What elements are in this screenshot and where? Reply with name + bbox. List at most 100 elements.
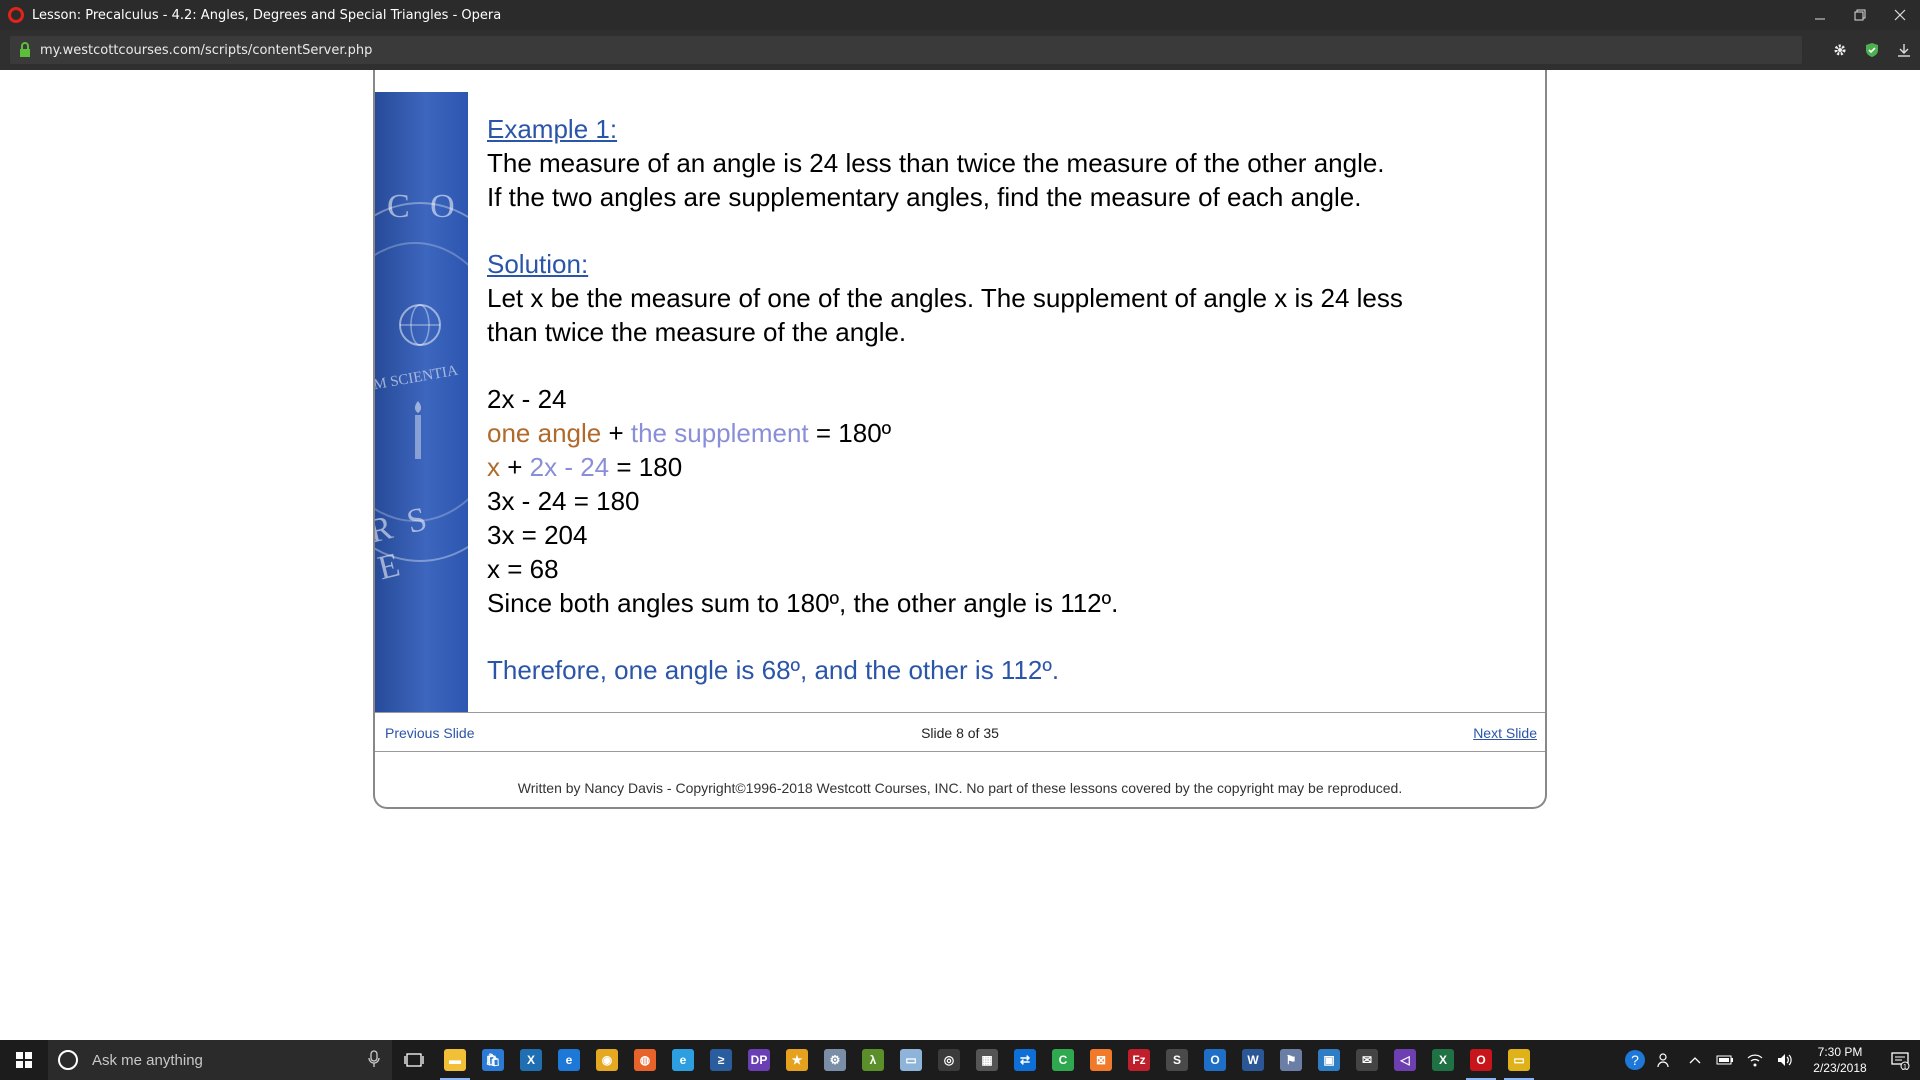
taskbar-app-lambda-app[interactable]: λ [854, 1040, 892, 1080]
taskbar-app-filezilla[interactable]: Fz [1120, 1040, 1158, 1080]
task-view-icon [404, 1053, 424, 1067]
windows-start-button[interactable] [0, 1040, 48, 1080]
taskbar-app-xampp[interactable]: ⊠ [1082, 1040, 1120, 1080]
restore-button[interactable] [1840, 0, 1880, 30]
outlook-icon: O [1204, 1049, 1226, 1071]
next-slide-link[interactable]: Next Slide [1473, 725, 1537, 741]
slide-sidebar-seal: C O M SCIENTIA R S E [375, 92, 468, 712]
conclusion-text: Therefore, one angle is 68º, and the oth… [487, 655, 1060, 685]
visual-studio-icon: ◁ [1394, 1049, 1416, 1071]
taskbar-app-sublime[interactable]: S [1158, 1040, 1196, 1080]
teamviewer-icon: ⇄ [1014, 1049, 1036, 1071]
wifi-icon[interactable] [1740, 1040, 1770, 1080]
system-tray: ? 7:30 PM 2/23/2018 1 [1620, 1040, 1920, 1080]
lock-icon [20, 42, 30, 57]
microphone-icon[interactable] [368, 1050, 380, 1068]
excel-icon: X [1432, 1049, 1454, 1071]
app-x-icon: X [520, 1049, 542, 1071]
equation-7: Since both angles sum to 180º, the other… [487, 588, 1119, 618]
taskbar-app-yellow-app[interactable]: ▭ [1500, 1040, 1538, 1080]
notes-app-icon: ▭ [900, 1049, 922, 1071]
task-view-button[interactable] [392, 1040, 436, 1080]
eq3-equals: = 180 [609, 452, 683, 482]
lesson-frame: C O M SCIENTIA R S E Example 1: The meas… [373, 70, 1547, 809]
equation-3: x + 2x - 24 = 180 [487, 450, 1527, 484]
action-center-button[interactable]: 1 [1880, 1040, 1920, 1080]
taskbar-apps: ▬ 🛍 Xe ◉ ◍ e ≥ DP ★ ⚙ λ ▭ ◎ ▦ ⇄ C ⊠ Fz S O W ⚑ ▣ ✉ ◁ X O ▭ [436, 1040, 1538, 1080]
taskbar-app-word[interactable]: W [1234, 1040, 1272, 1080]
windows-logo-icon [16, 1052, 32, 1068]
search-placeholder: Ask me anything [92, 1051, 203, 1069]
taskbar-app-calculator[interactable]: ▦ [968, 1040, 1006, 1080]
minimize-button[interactable] [1800, 0, 1840, 30]
taskbar-app-star-app[interactable]: ★ [778, 1040, 816, 1080]
taskbar-app-visual-studio[interactable]: ◁ [1386, 1040, 1424, 1080]
solution-line-2: than twice the measure of the angle. [487, 317, 907, 347]
eq2-plus: + [601, 418, 631, 448]
equation-5: 3x = 204 [487, 520, 588, 550]
taskbar-app-network-app[interactable]: ⚑ [1272, 1040, 1310, 1080]
taskbar-app-app-x[interactable]: X [512, 1040, 550, 1080]
solution-line-1: Let x be the measure of one of the angle… [487, 283, 1403, 313]
seal-text-top: C O [387, 188, 461, 225]
taskbar-app-chrome[interactable]: ◉ [588, 1040, 626, 1080]
taskbar-app-dp-app[interactable]: DP [740, 1040, 778, 1080]
xampp-icon: ⊠ [1090, 1049, 1112, 1071]
shield-icon[interactable] [1856, 30, 1888, 70]
taskbar-app-outlook[interactable]: O [1196, 1040, 1234, 1080]
eq2-one-angle: one angle [487, 418, 602, 448]
address-bar[interactable]: my.westcottcourses.com/scripts/contentSe… [10, 36, 1802, 64]
remote-desktop-icon: ▣ [1318, 1049, 1340, 1071]
system-clock[interactable]: 7:30 PM 2/23/2018 [1800, 1044, 1880, 1076]
eq3-x: x [487, 452, 500, 482]
eq2-supplement: the supplement [630, 418, 809, 448]
calculator-icon: ▦ [976, 1049, 998, 1071]
word-icon: W [1242, 1049, 1264, 1071]
taskbar-app-store[interactable]: 🛍 [474, 1040, 512, 1080]
toolbar-icons [1824, 30, 1920, 70]
taskbar-app-edge[interactable]: e [550, 1040, 588, 1080]
taskbar-app-firefox[interactable]: ◍ [626, 1040, 664, 1080]
url-text: my.westcottcourses.com/scripts/contentSe… [40, 42, 373, 58]
taskbar-app-teamviewer[interactable]: ⇄ [1006, 1040, 1044, 1080]
torch-icon [414, 401, 422, 459]
window-titlebar: Lesson: Precalculus - 4.2: Angles, Degre… [0, 0, 1920, 30]
taskbar-app-excel[interactable]: X [1424, 1040, 1462, 1080]
taskbar-app-bandicam[interactable]: ◎ [930, 1040, 968, 1080]
equation-1: 2x - 24 [487, 384, 567, 414]
download-icon[interactable] [1888, 30, 1920, 70]
mail-icon: ✉ [1356, 1049, 1378, 1071]
slide-counter: Slide 8 of 35 [921, 725, 999, 741]
taskbar-app-camtasia[interactable]: C [1044, 1040, 1082, 1080]
address-row: my.westcottcourses.com/scripts/contentSe… [0, 30, 1920, 70]
taskbar: Ask me anything ▬ 🛍 Xe ◉ ◍ e ≥ DP ★ ⚙ λ ▭ ◎ ▦ ⇄ C ⊠ Fz S O W… [0, 1040, 1920, 1080]
camtasia-icon: C [1052, 1049, 1074, 1071]
bandicam-icon: ◎ [938, 1049, 960, 1071]
solution-heading: Solution: [487, 249, 589, 279]
internet-explorer-icon: e [672, 1049, 694, 1071]
show-hidden-icons-chevron-icon[interactable] [1680, 1040, 1710, 1080]
slide-content: Example 1: The measure of an angle is 24… [487, 112, 1527, 687]
taskbar-app-mail[interactable]: ✉ [1348, 1040, 1386, 1080]
notification-icon: 1 [1891, 1052, 1910, 1070]
cortana-search-box[interactable]: Ask me anything [48, 1040, 392, 1080]
volume-icon[interactable] [1770, 1040, 1800, 1080]
settings-gear-icon[interactable] [1824, 30, 1856, 70]
window-controls [1800, 0, 1920, 30]
taskbar-app-internet-explorer[interactable]: e [664, 1040, 702, 1080]
taskbar-app-remote-desktop[interactable]: ▣ [1310, 1040, 1348, 1080]
taskbar-app-notes-app[interactable]: ▭ [892, 1040, 930, 1080]
close-button[interactable] [1880, 0, 1920, 30]
equation-6: x = 68 [487, 554, 559, 584]
taskbar-app-tool-app[interactable]: ⚙ [816, 1040, 854, 1080]
people-icon[interactable] [1650, 1040, 1680, 1080]
taskbar-app-powershell[interactable]: ≥ [702, 1040, 740, 1080]
tool-app-icon: ⚙ [824, 1049, 846, 1071]
problem-line-1: The measure of an angle is 24 less than … [487, 148, 1385, 178]
clock-date: 2/23/2018 [1813, 1061, 1867, 1075]
taskbar-app-file-explorer[interactable]: ▬ [436, 1040, 474, 1080]
taskbar-app-opera[interactable]: O [1462, 1040, 1500, 1080]
battery-icon[interactable] [1710, 1040, 1740, 1080]
cortana-circle-icon [58, 1050, 78, 1070]
help-icon[interactable]: ? [1620, 1040, 1650, 1080]
